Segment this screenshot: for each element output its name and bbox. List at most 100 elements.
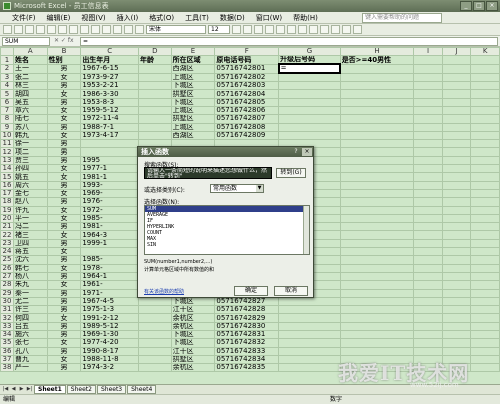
select-all-corner[interactable] (0, 47, 14, 57)
cell[interactable]: 女 (46, 188, 82, 199)
align-left-icon[interactable] (265, 25, 274, 34)
cell[interactable] (339, 139, 415, 149)
cell[interactable]: 男 (46, 296, 82, 307)
cell[interactable] (441, 238, 472, 249)
cell[interactable] (441, 329, 472, 340)
cell[interactable]: 年龄 (137, 55, 172, 65)
cell[interactable]: 05716742831 (214, 329, 280, 340)
font-select[interactable]: 宋体 (146, 25, 206, 34)
cell[interactable]: 05716742805 (214, 97, 280, 108)
cell[interactable] (441, 346, 472, 356)
cell[interactable] (339, 114, 415, 124)
cell[interactable] (413, 238, 443, 249)
cell[interactable]: 女 (46, 72, 82, 83)
cell[interactable] (413, 130, 443, 141)
cell[interactable] (441, 230, 472, 240)
tab-sheet3[interactable]: Sheet3 (96, 385, 127, 394)
autosum-icon[interactable] (113, 25, 122, 34)
cell[interactable] (339, 263, 415, 273)
cell[interactable]: 姚五 (12, 172, 48, 182)
cell[interactable] (470, 130, 500, 141)
cell[interactable]: 05716742832 (214, 338, 280, 348)
cell[interactable] (413, 205, 443, 215)
row-header[interactable]: 26 (0, 263, 14, 273)
cell[interactable] (339, 147, 415, 157)
cell[interactable] (339, 97, 415, 108)
cell[interactable] (339, 105, 415, 116)
cell[interactable] (413, 63, 443, 74)
cancel-button[interactable]: 取消 (274, 286, 308, 296)
cell[interactable] (413, 230, 443, 240)
row-header[interactable]: 20 (0, 213, 14, 224)
cell[interactable] (413, 338, 443, 348)
cell[interactable] (441, 89, 472, 99)
cell[interactable]: 男 (46, 147, 82, 157)
cell[interactable] (339, 238, 415, 249)
cell[interactable] (470, 188, 500, 199)
row-header[interactable]: 18 (0, 197, 14, 207)
cell[interactable]: 女 (46, 247, 82, 257)
cell[interactable] (470, 271, 500, 282)
cell[interactable] (441, 263, 472, 273)
cell[interactable] (470, 305, 500, 315)
cell[interactable] (137, 105, 172, 116)
cell[interactable]: 男 (46, 139, 82, 149)
next-sheet-icon[interactable]: ▶ (18, 386, 25, 393)
cell[interactable] (278, 321, 341, 332)
cell[interactable]: 女 (46, 280, 82, 290)
underline-icon[interactable] (254, 25, 263, 34)
column-header[interactable]: B (46, 47, 82, 57)
menu-tools[interactable]: 工具(T) (185, 13, 209, 23)
row-header[interactable]: 35 (0, 338, 14, 348)
cell[interactable] (339, 180, 415, 190)
font-size-select[interactable]: 12 (208, 25, 230, 34)
row-header[interactable]: 14 (0, 164, 14, 174)
cell[interactable]: 下城区 (170, 329, 216, 340)
cell[interactable] (413, 180, 443, 190)
cell[interactable] (278, 105, 341, 116)
cell[interactable]: 吴五 (12, 97, 48, 108)
cell[interactable]: 男 (46, 197, 82, 207)
cell[interactable] (137, 122, 172, 132)
cell[interactable]: 杨八 (12, 271, 48, 282)
cell[interactable]: 05716742830 (214, 321, 280, 332)
row-header[interactable]: 23 (0, 238, 14, 249)
cell[interactable] (470, 81, 500, 91)
cell[interactable]: 1959-5-12 (80, 105, 139, 116)
cell[interactable] (441, 72, 472, 83)
cell[interactable] (339, 305, 415, 315)
cell[interactable]: 许三 (12, 305, 48, 315)
cell[interactable] (413, 321, 443, 332)
cell[interactable]: 1981- (80, 222, 139, 232)
cell[interactable] (470, 213, 500, 224)
function-search-input[interactable]: 请输入一条简短的说明来描述您想做什么，然后单击"转到" (144, 167, 272, 179)
cell[interactable] (441, 222, 472, 232)
cell[interactable] (470, 72, 500, 83)
cell[interactable]: 1981-1 (80, 172, 139, 182)
first-sheet-icon[interactable]: |◀ (2, 386, 9, 393)
cell[interactable] (470, 222, 500, 232)
row-header[interactable]: 6 (0, 97, 14, 108)
cell[interactable] (413, 280, 443, 290)
cell[interactable] (137, 354, 172, 365)
row-header[interactable]: 28 (0, 280, 14, 290)
cell[interactable]: 江干区 (170, 346, 216, 356)
cell[interactable] (441, 105, 472, 116)
cell[interactable]: 原电话号码 (214, 55, 280, 65)
cell[interactable] (441, 321, 472, 332)
cell[interactable] (470, 55, 500, 65)
undo-icon[interactable] (91, 25, 100, 34)
cell[interactable] (441, 114, 472, 124)
cell[interactable] (470, 205, 500, 215)
row-header[interactable]: 17 (0, 188, 14, 199)
cell[interactable]: 05716742803 (214, 81, 280, 91)
cell[interactable] (339, 130, 415, 141)
cell[interactable] (441, 247, 472, 257)
row-header[interactable]: 11 (0, 139, 14, 149)
cell[interactable]: 女 (46, 354, 82, 365)
cell[interactable]: 张二 (12, 72, 48, 83)
cell[interactable] (441, 188, 472, 199)
column-header[interactable]: F (214, 47, 280, 57)
cell[interactable]: 1967-4-5 (80, 296, 139, 307)
cell[interactable]: 1988-7-1 (80, 122, 139, 132)
